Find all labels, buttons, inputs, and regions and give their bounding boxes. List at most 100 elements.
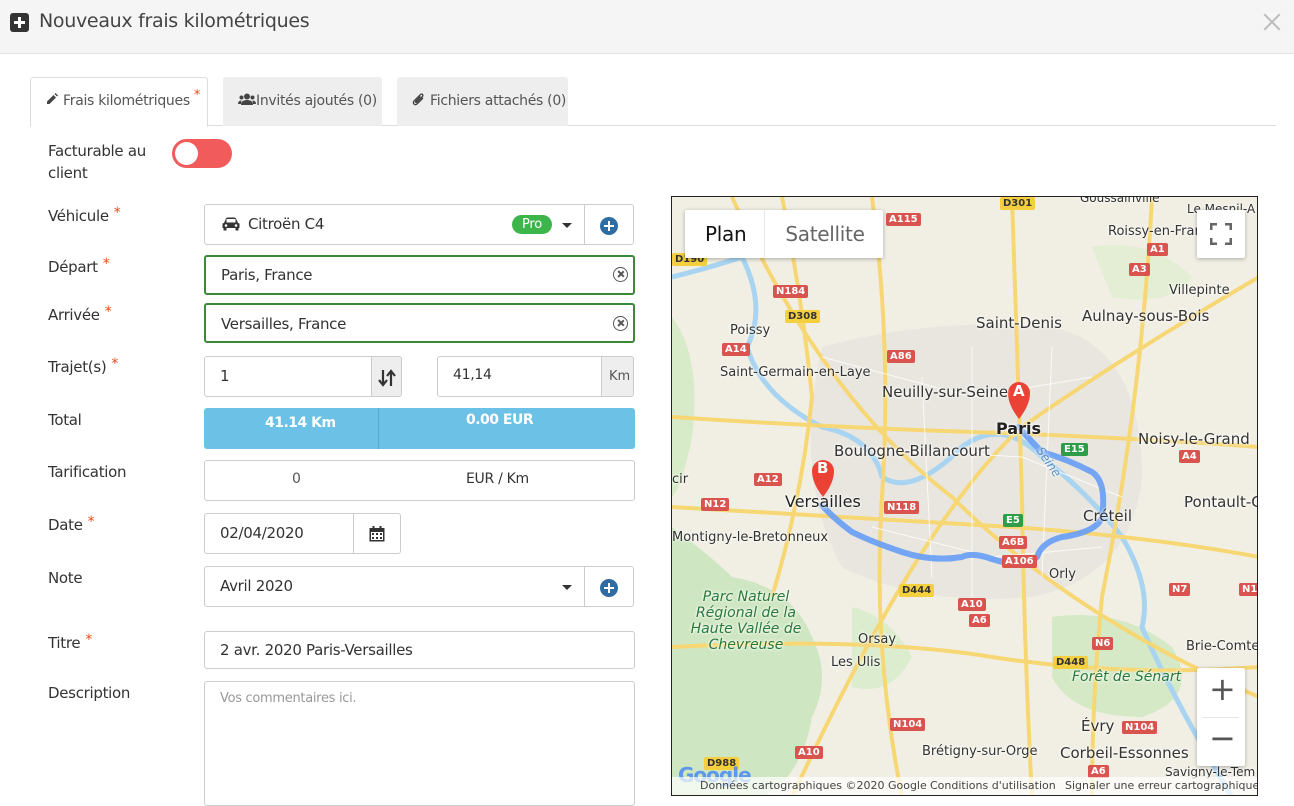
map-label-versailles: Versailles — [785, 492, 861, 511]
map-label-parc: Parc Naturel Régional de la Haute Vallée… — [690, 589, 802, 653]
trips-label: Trajet(s) * — [48, 356, 118, 379]
billable-label: Facturable au client — [48, 142, 146, 182]
clear-departure-icon[interactable] — [613, 267, 628, 282]
pro-badge: Pro — [512, 215, 553, 234]
departure-input[interactable]: Paris, France — [204, 255, 635, 295]
map-label-les-ulis: Les Ulis — [831, 655, 881, 670]
arrival-input[interactable]: Versailles, France — [204, 303, 635, 343]
map-label-montigny: Montigny-le-Bretonneux — [672, 530, 829, 545]
departure-label: Départ * — [48, 256, 110, 279]
distance-value: 41,14 — [453, 367, 492, 383]
map-label-orly: Orly — [1049, 567, 1076, 582]
map-label-evry: Évry — [1081, 717, 1115, 735]
date-input[interactable]: 02/04/2020 — [204, 513, 354, 554]
required-star: * — [113, 205, 121, 221]
map-terms-link[interactable]: Conditions d'utilisation — [930, 779, 1056, 792]
map-label-corbeil: Corbeil-Essonnes — [1060, 744, 1189, 762]
note-label: Note — [48, 569, 83, 587]
plus-square-icon — [10, 13, 29, 32]
departure-value: Paris, France — [221, 266, 313, 284]
road-badge: N118 — [884, 501, 920, 514]
road-badge: D301 — [1000, 197, 1036, 210]
map-label-villepinte: Villepinte — [1169, 283, 1230, 298]
pricing-value: 0 — [292, 471, 301, 487]
billable-toggle[interactable] — [172, 139, 232, 168]
description-label: Description — [48, 684, 131, 702]
plus-circle-icon — [600, 217, 618, 235]
total-bar: 41.14 Km 0.00 EUR — [204, 408, 635, 449]
description-textarea[interactable]: Vos commentaires ici. — [204, 681, 635, 806]
swap-button[interactable] — [371, 356, 402, 397]
tab-invites[interactable]: Invités ajoutés (0) — [223, 77, 382, 126]
map-label-neuilly: Neuilly-sur-Seine — [882, 383, 1009, 401]
zoom-divider — [1203, 717, 1239, 718]
arrival-label: Arrivée * — [48, 304, 112, 327]
route-map[interactable]: A B Paris Versailles Saint-Denis Aulnay-… — [671, 196, 1258, 796]
map-type-plan[interactable]: Plan — [685, 210, 766, 258]
date-label-text: Date — [48, 516, 83, 534]
map-label-boulogne: Boulogne-Billancourt — [834, 442, 990, 460]
map-label-cir: cir — [672, 472, 689, 487]
arrival-value: Versailles, France — [221, 315, 347, 333]
modal-header: Nouveaux frais kilométriques — [0, 0, 1294, 54]
map-type-control: Plan Satellite — [685, 210, 883, 258]
vehicle-label-text: Véhicule — [48, 207, 109, 225]
road-badge: N12 — [701, 498, 730, 511]
road-badge: A6B — [999, 536, 1028, 549]
required-star: * — [85, 632, 93, 648]
toggle-knob — [175, 142, 198, 165]
note-value: Avril 2020 — [220, 577, 293, 595]
total-divider — [378, 408, 379, 449]
pricing-input[interactable]: 0 EUR / Km — [204, 460, 635, 501]
vehicle-label: Véhicule * — [48, 205, 121, 228]
vehicle-select[interactable]: Citroën C4 Pro — [204, 204, 585, 245]
map-label-creteil: Créteil — [1083, 507, 1132, 525]
add-note-button[interactable] — [584, 566, 634, 607]
total-eur: 0.00 EUR — [466, 412, 534, 428]
road-badge: A115 — [886, 213, 921, 226]
road-badge: D308 — [785, 310, 821, 323]
tab-fichiers[interactable]: Fichiers attachés (0) — [397, 77, 568, 126]
map-report-link[interactable]: Signaler une erreur cartographique — [1065, 779, 1257, 792]
map-label-brie: Brie-Comte — [1186, 639, 1258, 654]
note-select[interactable]: Avril 2020 — [204, 566, 585, 607]
road-badge: A4 — [1179, 450, 1200, 463]
clear-arrival-icon[interactable] — [613, 316, 628, 331]
add-vehicle-button[interactable] — [584, 204, 634, 245]
marker-a[interactable]: A — [1013, 382, 1025, 400]
pricing-label: Tarification — [48, 463, 127, 481]
marker-b[interactable]: B — [817, 459, 828, 477]
chevron-down-icon — [562, 223, 572, 228]
trips-value: 1 — [220, 367, 230, 385]
map-label-bretigny: Brétigny-sur-Orge — [922, 744, 1038, 759]
title-input[interactable]: 2 avr. 2020 Paris-Versailles — [204, 631, 635, 669]
trips-input[interactable]: 1 — [204, 356, 372, 397]
map-label-sgel: Saint-Germain-en-Laye — [720, 365, 871, 380]
map-label-senart: Forêt de Sénart — [1072, 669, 1182, 685]
required-star: * — [104, 304, 112, 320]
map-label-aulnay: Aulnay-sous-Bois — [1082, 307, 1210, 325]
required-star: * — [193, 88, 201, 103]
pricing-unit: EUR / Km — [466, 471, 529, 487]
total-label: Total — [48, 411, 82, 429]
map-label-saint-denis: Saint-Denis — [976, 314, 1062, 332]
map-label-paris: Paris — [996, 419, 1041, 438]
tab-frais-kilometriques[interactable]: Frais kilométriques * — [30, 77, 208, 127]
map-label-orsay: Orsay — [858, 632, 897, 647]
arrival-label-text: Arrivée — [48, 306, 100, 324]
fullscreen-button[interactable] — [1197, 210, 1245, 258]
distance-input[interactable]: 41,14 — [437, 356, 602, 397]
road-badge: N7 — [1169, 583, 1191, 596]
title-label-text: Titre — [48, 634, 81, 652]
zoom-control: + − — [1197, 668, 1245, 766]
close-icon[interactable] — [1260, 10, 1284, 34]
pencil-icon — [45, 93, 59, 105]
zoom-out-button[interactable]: − — [1209, 719, 1236, 757]
road-badge: A10 — [795, 746, 823, 759]
road-badge: E5 — [1003, 514, 1023, 527]
zoom-in-button[interactable]: + — [1209, 670, 1236, 708]
map-type-satellite[interactable]: Satellite — [765, 210, 882, 258]
calendar-button[interactable] — [353, 513, 401, 554]
road-badge: N184 — [773, 285, 809, 298]
road-badge: A1 — [1147, 243, 1168, 256]
